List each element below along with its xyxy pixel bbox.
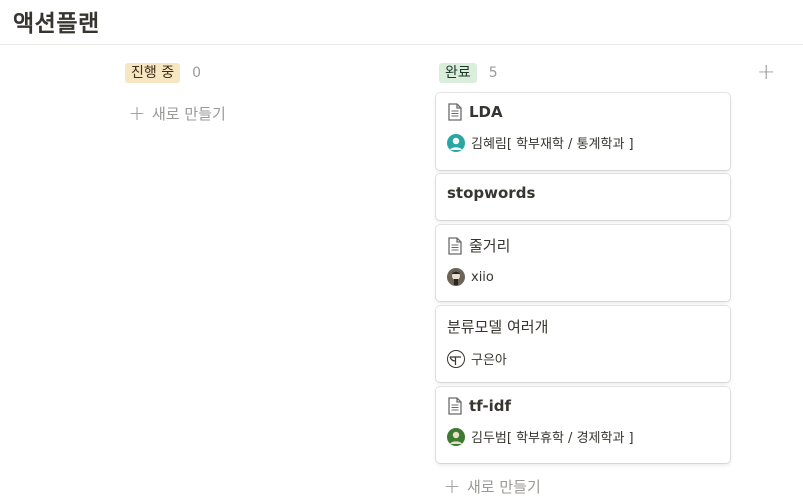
card-title: tf-idf xyxy=(447,397,719,415)
board-card[interactable]: tf-idf 김두범[ 학부휴학 / 경제학과 ] xyxy=(436,387,730,463)
new-item-button[interactable]: + 새로 만들기 xyxy=(442,474,541,496)
new-item-label: 새로 만들기 xyxy=(152,104,226,123)
column-count: 0 xyxy=(192,65,202,81)
card-title-text: 줄거리 xyxy=(469,237,511,255)
card-title-text: 분류모델 여러개 xyxy=(447,318,549,336)
board-page: 액션플랜 진행 중 0 + 새로 만들기 완료 5 LDA 김혜림[학부재학 … xyxy=(0,0,803,496)
card-person: xiio xyxy=(447,268,719,286)
status-tag-done[interactable]: 완료 xyxy=(439,63,477,83)
new-item-label: 새로 만들기 xyxy=(467,477,541,496)
card-title: 줄거리 xyxy=(447,235,719,256)
document-icon xyxy=(448,236,462,255)
avatar xyxy=(447,133,465,152)
new-item-button[interactable]: + 새로 만들기 xyxy=(127,101,413,125)
person-name: 구은아 xyxy=(471,353,507,368)
card-person: 구은아 xyxy=(447,349,719,368)
board-card[interactable]: 줄거리 xiio xyxy=(436,225,730,301)
header-divider xyxy=(0,44,803,45)
column-in-progress: 진행 중 0 + 새로 만들기 xyxy=(123,62,413,125)
card-person: 김혜림[ 학부재학 / 통계학과 ] xyxy=(447,133,719,152)
board-card[interactable]: LDA 김혜림[ 학부재학 / 통계학과 ] xyxy=(436,93,730,170)
page-title: 액션플랜 xyxy=(13,11,100,37)
column-header: 완료 5 xyxy=(436,62,731,84)
status-tag-in-progress[interactable]: 진행 중 xyxy=(125,63,181,83)
column-count: 5 xyxy=(488,65,498,81)
document-icon xyxy=(448,397,462,415)
card-person: 김두범[ 학부휴학 / 경제학과 ] xyxy=(447,427,719,446)
board-card[interactable]: 분류모델 여러개 구은아 xyxy=(436,306,730,382)
person-name: 김두범[ 학부휴학 / 경제학과 ] xyxy=(471,431,634,446)
avatar xyxy=(447,349,465,368)
plus-icon: + xyxy=(128,101,146,125)
card-title-text: tf-idf xyxy=(469,397,512,415)
plus-icon: + xyxy=(443,474,461,496)
card-title-text: stopwords xyxy=(447,184,536,202)
card-title: LDA xyxy=(447,103,719,121)
add-group-button[interactable]: + xyxy=(757,60,775,85)
person-name: 김혜림[ 학부재학 / 통계학과 ] xyxy=(471,137,634,152)
card-title: 분류모델 여러개 xyxy=(447,316,719,337)
avatar xyxy=(447,427,465,446)
document-icon xyxy=(448,103,462,121)
column-header: 진행 중 0 xyxy=(123,62,413,84)
board-card[interactable]: stopwords xyxy=(436,174,730,220)
card-title-text: LDA xyxy=(469,103,503,121)
column-done: 완료 5 LDA 김혜림[ 학부재학 / 통계학과] stopwords 줄거… xyxy=(436,62,731,496)
card-title: stopwords xyxy=(447,184,719,202)
person-name: xiio xyxy=(471,269,494,285)
avatar xyxy=(447,268,465,286)
